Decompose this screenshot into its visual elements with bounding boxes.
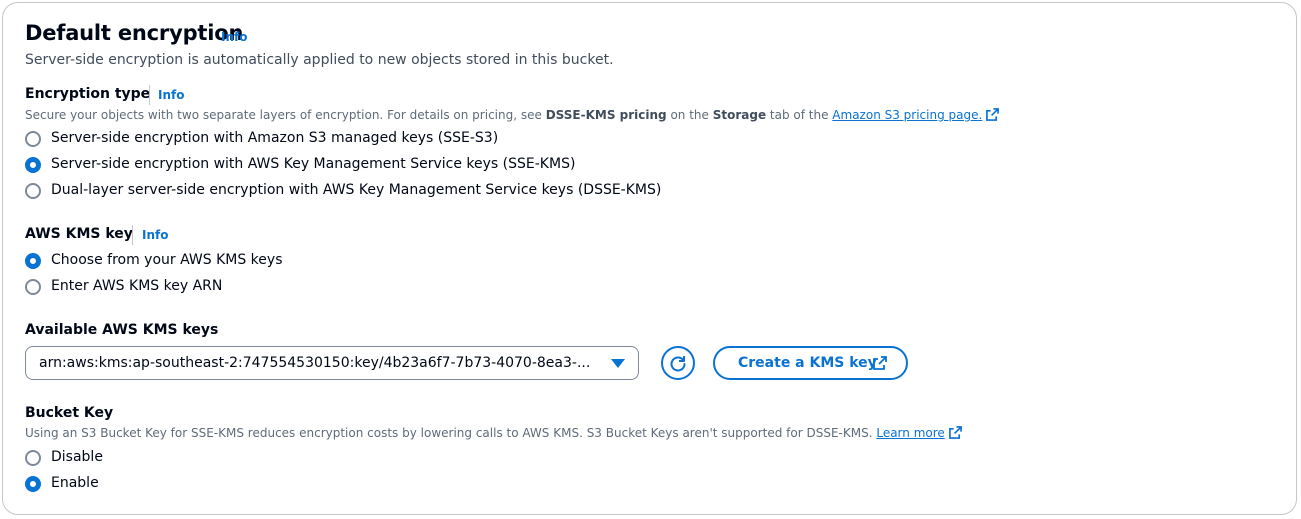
external-link-icon: [986, 108, 1000, 121]
create-kms-key-button[interactable]: Create a KMS key: [713, 346, 908, 380]
radio-label-disable: Disable: [51, 449, 103, 465]
radio-choose-kms-key[interactable]: [25, 253, 41, 269]
learn-more-link[interactable]: Learn more: [876, 426, 944, 440]
radio-label-sse-kms: Server-side encryption with AWS Key Mana…: [51, 156, 576, 172]
refresh-icon: [670, 356, 686, 372]
radio-bucket-key-disable[interactable]: [25, 450, 41, 466]
kms-key-select[interactable]: arn:aws:kms:ap-southeast-2:747554530150:…: [25, 346, 639, 380]
bucket-key-label: Bucket Key: [25, 405, 114, 421]
radio-bucket-key-enable[interactable]: [25, 476, 41, 492]
external-link-icon: [948, 426, 962, 439]
divider: [132, 225, 133, 245]
radio-sse-s3[interactable]: [25, 131, 41, 147]
kms-key-select-value: arn:aws:kms:ap-southeast-2:747554530150:…: [39, 355, 591, 371]
external-link-icon: [873, 356, 887, 370]
section-info-link[interactable]: Info: [221, 30, 247, 44]
radio-label-enable: Enable: [51, 475, 99, 491]
encryption-type-description: Secure your objects with two separate la…: [25, 108, 1000, 122]
radio-label-enter-kms-arn: Enter AWS KMS key ARN: [51, 278, 223, 294]
radio-label-sse-s3: Server-side encryption with Amazon S3 ma…: [51, 130, 499, 146]
available-keys-label: Available AWS KMS keys: [25, 322, 219, 338]
kms-key-label: AWS KMS key: [25, 226, 133, 242]
divider: [149, 85, 150, 105]
radio-sse-kms[interactable]: [25, 157, 41, 173]
refresh-button[interactable]: [661, 346, 695, 380]
create-kms-key-label: Create a KMS key: [738, 355, 877, 371]
radio-enter-kms-arn[interactable]: [25, 279, 41, 295]
radio-dsse-kms[interactable]: [25, 183, 41, 199]
s3-pricing-link[interactable]: Amazon S3 pricing page.: [832, 108, 982, 122]
caret-down-icon: [611, 359, 625, 368]
section-title: Default encryption: [25, 21, 244, 45]
kms-key-info-link[interactable]: Info: [142, 228, 168, 242]
radio-label-choose-kms-key: Choose from your AWS KMS keys: [51, 252, 283, 268]
encryption-type-info-link[interactable]: Info: [158, 88, 184, 102]
bucket-key-description: Using an S3 Bucket Key for SSE-KMS reduc…: [25, 426, 962, 440]
encryption-type-label: Encryption type: [25, 86, 151, 102]
radio-label-dsse-kms: Dual-layer server-side encryption with A…: [51, 182, 662, 198]
section-description: Server-side encryption is automatically …: [25, 52, 614, 68]
